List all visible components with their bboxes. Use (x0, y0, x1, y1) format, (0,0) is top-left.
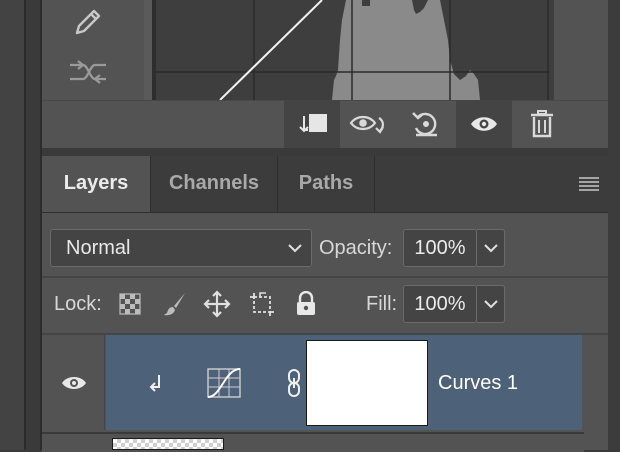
curves-histogram (144, 0, 550, 100)
clip-to-layer-button[interactable] (284, 100, 340, 148)
chevron-down-icon (483, 244, 498, 253)
row-divider (42, 276, 608, 278)
chevron-down-icon (483, 300, 498, 309)
panel-menu-button[interactable] (578, 176, 600, 192)
lock-artboard-button[interactable] (248, 290, 276, 318)
hamburger-menu-icon (579, 177, 599, 191)
eye-icon (62, 377, 86, 389)
toggle-visibility-button[interactable] (456, 100, 512, 148)
lock-transparent-pixels-button[interactable] (116, 290, 144, 318)
right-dock-edge (608, 0, 620, 450)
lock-position-icon (203, 290, 231, 318)
lock-position-button[interactable] (203, 290, 231, 318)
chain-link-icon (288, 369, 300, 397)
visibility-icon (471, 117, 497, 131)
pencil-icon (75, 9, 101, 35)
delete-adjustment-button[interactable] (514, 100, 570, 148)
view-previous-state-button[interactable] (340, 100, 396, 148)
reset-button[interactable] (398, 100, 454, 148)
panel-gap (42, 148, 608, 156)
lock-artboard-icon (250, 292, 274, 316)
layer-thumbnail-transparent (112, 438, 224, 450)
opacity-dropdown-button[interactable] (477, 229, 505, 267)
tab-layers[interactable]: Layers (42, 156, 150, 212)
left-dock-edge (0, 0, 26, 450)
lock-all-icon (297, 291, 315, 315)
opacity-input[interactable]: 100% (403, 229, 477, 267)
fill-input[interactable]: 100% (403, 285, 477, 323)
lock-label: Lock: (54, 293, 102, 315)
fill-label: Fill: (366, 293, 398, 315)
layer-visibility-toggle[interactable] (42, 335, 105, 430)
lock-transparent-pixels-icon (119, 293, 141, 315)
view-previous-state-icon (349, 115, 384, 134)
trash-icon (531, 110, 553, 138)
lock-all-button[interactable] (292, 290, 320, 318)
lock-image-pixels-icon (164, 293, 185, 316)
pencil-tool-button[interactable] (60, 0, 116, 44)
smooth-curve-button[interactable] (60, 50, 116, 94)
blend-mode-select[interactable]: Normal (50, 229, 312, 267)
reset-icon (412, 112, 437, 137)
blend-mode-value: Normal (66, 237, 131, 259)
layer-name[interactable]: Curves 1 (438, 372, 518, 395)
tab-divider (374, 156, 375, 212)
tab-paths[interactable]: Paths (278, 156, 374, 212)
layers-scrollbar[interactable] (584, 335, 608, 450)
opacity-label: Opacity: (319, 237, 393, 259)
smooth-curve-icon (70, 60, 106, 84)
curves-graph[interactable] (144, 0, 554, 100)
curves-adjustment-icon (207, 368, 241, 398)
chevron-down-icon (288, 244, 302, 253)
layer-mask-thumbnail[interactable] (306, 340, 428, 426)
clipping-mask-arrow-icon (149, 375, 160, 392)
lock-image-pixels-button[interactable] (161, 290, 189, 318)
clip-to-layer-icon (299, 114, 327, 133)
fill-dropdown-button[interactable] (477, 285, 505, 323)
tab-channels[interactable]: Channels (151, 156, 277, 212)
